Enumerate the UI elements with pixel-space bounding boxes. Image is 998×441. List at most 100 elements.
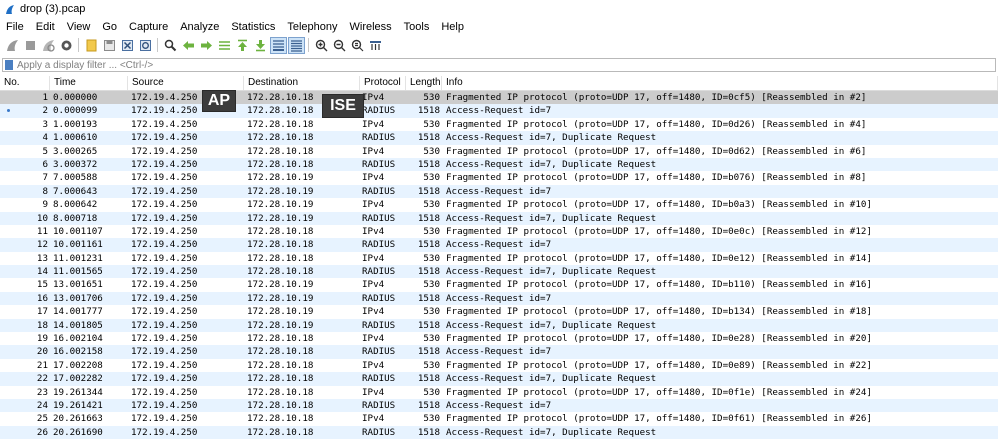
shark-fin-start-icon[interactable] — [5, 38, 20, 53]
go-last-packet-icon[interactable] — [253, 38, 268, 53]
column-header-protocol[interactable]: Protocol — [360, 76, 406, 90]
menu-capture[interactable]: Capture — [123, 21, 174, 33]
packet-row[interactable]: 3 1.000193 172.19.4.250 172.28.10.18 IPv4 530… — [0, 117, 998, 132]
go-first-packet-icon[interactable] — [235, 38, 250, 53]
packet-row[interactable]: 8 7.000643 172.19.4.250 172.28.10.19 RADIUS 1… — [0, 184, 998, 199]
column-header-info[interactable]: Info — [442, 76, 998, 90]
packet-row[interactable]: 11 10.001107 172.19.4.250 172.28.10.18 IPv4 5… — [0, 224, 998, 239]
menu-file[interactable]: File — [0, 21, 30, 33]
packet-row[interactable]: 22 17.002282 172.19.4.250 172.28.10.18 RADIU… — [0, 372, 998, 386]
capture-options-gear-icon[interactable] — [59, 38, 74, 53]
column-header-destination[interactable]: Destination — [244, 76, 360, 90]
packet-row[interactable]: 10 8.000718 172.19.4.250 172.28.10.19 RADIUS… — [0, 211, 998, 225]
packet-destination: 172.28.10.18 — [247, 145, 314, 157]
menu-edit[interactable]: Edit — [30, 21, 61, 33]
ise-callout-label: ISE — [322, 94, 364, 118]
packet-marker-dot-icon — [7, 109, 10, 113]
packet-protocol: IPv4 — [362, 199, 385, 211]
zoom-in-icon[interactable] — [314, 38, 329, 53]
packet-row[interactable]: 5 3.000265 172.19.4.250 172.28.10.18 IPv4 530… — [0, 144, 998, 158]
packet-row[interactable]: 9 8.000642 172.19.4.250 172.28.10.19 IPv4 530… — [0, 198, 998, 212]
packet-protocol: IPv4 — [362, 306, 385, 318]
packet-row[interactable]: 19 16.002104 172.19.4.250 172.28.10.18 IPv4 5… — [0, 332, 998, 346]
packet-list[interactable]: 1 0.000000 172.19.4.250 172.28.10.18 IPv4 530… — [0, 91, 998, 441]
packet-row[interactable]: 15 13.001651 172.19.4.250 172.28.10.19 IPv4 5… — [0, 278, 998, 292]
normal-size-icon[interactable] — [350, 38, 365, 53]
menu-tools[interactable]: Tools — [398, 21, 436, 33]
packet-source: 172.19.4.250 — [131, 333, 198, 345]
packet-length: 1518 — [417, 266, 440, 278]
save-file-icon[interactable] — [102, 38, 117, 53]
menu-statistics[interactable]: Statistics — [225, 21, 281, 33]
packet-time: 17.002282 — [53, 373, 103, 385]
packet-row[interactable]: 16 13.001706 172.19.4.250 172.28.10.19 RADIU… — [0, 291, 998, 306]
stop-square-icon[interactable] — [23, 38, 38, 53]
packet-destination: 172.28.10.18 — [247, 373, 314, 385]
zoom-out-icon[interactable] — [332, 38, 347, 53]
packet-row[interactable]: 12 10.001161 172.19.4.250 172.28.10.18 RADIU… — [0, 238, 998, 252]
packet-no: 15 — [36, 279, 48, 291]
column-header-no[interactable]: No. — [0, 76, 50, 90]
packet-row[interactable]: 7 7.000588 172.19.4.250 172.28.10.19 IPv4 530… — [0, 171, 998, 185]
resize-columns-icon[interactable] — [368, 38, 383, 53]
go-back-arrow-icon[interactable] — [181, 38, 196, 53]
packet-length: 530 — [423, 279, 440, 291]
packet-row[interactable]: 21 17.002208 172.19.4.250 172.28.10.18 IPv4 5… — [0, 358, 998, 373]
packet-info: Fragmented IP protocol (proto=UDP 17, of… — [446, 359, 872, 371]
close-file-x-icon[interactable] — [120, 38, 135, 53]
packet-source: 172.19.4.250 — [131, 346, 198, 358]
go-to-packet-icon[interactable] — [217, 38, 232, 53]
packet-length: 1518 — [417, 399, 440, 411]
packet-info: Fragmented IP protocol (proto=UDP 17, of… — [446, 386, 872, 398]
colorize-icon[interactable] — [287, 36, 305, 54]
packet-row[interactable]: 1 0.000000 172.19.4.250 172.28.10.18 IPv4 530… — [0, 91, 998, 105]
find-packet-magnifier-icon[interactable] — [163, 38, 178, 53]
menu-wireless[interactable]: Wireless — [344, 21, 398, 33]
packet-row[interactable]: 24 19.261421 172.19.4.250 172.28.10.18 RADIU… — [0, 398, 998, 413]
reload-file-icon[interactable] — [138, 38, 153, 53]
packet-time: 0.000000 — [53, 92, 98, 103]
packet-info: Access-Request id=7, Duplicate Request — [446, 319, 657, 331]
packet-destination: 172.28.10.18 — [247, 132, 314, 144]
packet-destination: 172.28.10.19 — [247, 279, 314, 291]
packet-source: 172.19.4.250 — [131, 185, 198, 197]
packet-length: 530 — [423, 386, 440, 398]
packet-protocol: RADIUS — [362, 373, 396, 385]
menu-telephony[interactable]: Telephony — [281, 21, 343, 33]
menu-view[interactable]: View — [61, 21, 97, 33]
packet-length: 530 — [423, 145, 440, 157]
restart-fin-icon[interactable] — [41, 38, 56, 53]
packet-destination: 172.28.10.18 — [247, 399, 314, 411]
column-header-source[interactable]: Source — [128, 76, 244, 90]
packet-source: 172.19.4.250 — [131, 118, 198, 130]
menu-go[interactable]: Go — [96, 21, 123, 33]
packet-row[interactable]: 13 11.001231 172.19.4.250 172.28.10.18 IPv4 5… — [0, 251, 998, 266]
packet-time: 16.002158 — [53, 346, 103, 358]
menu-analyze[interactable]: Analyze — [174, 21, 225, 33]
packet-protocol: IPv4 — [362, 333, 385, 345]
packet-protocol: RADIUS — [362, 105, 396, 117]
packet-row[interactable]: 18 14.001805 172.19.4.250 172.28.10.19 RADIU… — [0, 318, 998, 333]
packet-row[interactable]: 4 1.000610 172.19.4.250 172.28.10.18 RADIUS 1… — [0, 131, 998, 145]
go-forward-arrow-icon[interactable] — [199, 38, 214, 53]
ap-callout-label: AP — [202, 90, 236, 112]
packet-row[interactable]: 26 20.261690 172.19.4.250 172.28.10.18 RADIU… — [0, 425, 998, 440]
open-folder-icon[interactable] — [84, 38, 99, 53]
menu-help[interactable]: Help — [435, 21, 470, 33]
packet-protocol: RADIUS — [362, 132, 396, 144]
packet-protocol: IPv4 — [362, 413, 385, 425]
column-header-length[interactable]: Length — [406, 76, 442, 90]
packet-row[interactable]: 6 3.000372 172.19.4.250 172.28.10.18 RADIUS 1… — [0, 157, 998, 172]
bookmark-filter-icon[interactable] — [5, 60, 13, 70]
packet-row[interactable]: 25 20.261663 172.19.4.250 172.28.10.18 IPv4 5… — [0, 412, 998, 426]
packet-row[interactable]: 20 16.002158 172.19.4.250 172.28.10.18 RADIU… — [0, 345, 998, 359]
display-filter-input[interactable] — [17, 59, 917, 71]
packet-no: 4 — [42, 132, 48, 144]
packet-row[interactable]: 23 19.261344 172.19.4.250 172.28.10.18 IPv4 5… — [0, 385, 998, 399]
packet-row[interactable]: 17 14.001777 172.19.4.250 172.28.10.19 IPv4 5… — [0, 305, 998, 319]
autoscroll-icon[interactable] — [269, 36, 287, 54]
packet-row[interactable]: 2 0.000099 172.19.4.250 172.28.10.18 RADIUS 1… — [0, 104, 998, 118]
column-header-time[interactable]: Time — [50, 76, 128, 90]
packet-row[interactable]: 14 11.001565 172.19.4.250 172.28.10.18 RADIU… — [0, 265, 998, 279]
packet-protocol: IPv4 — [362, 386, 385, 398]
